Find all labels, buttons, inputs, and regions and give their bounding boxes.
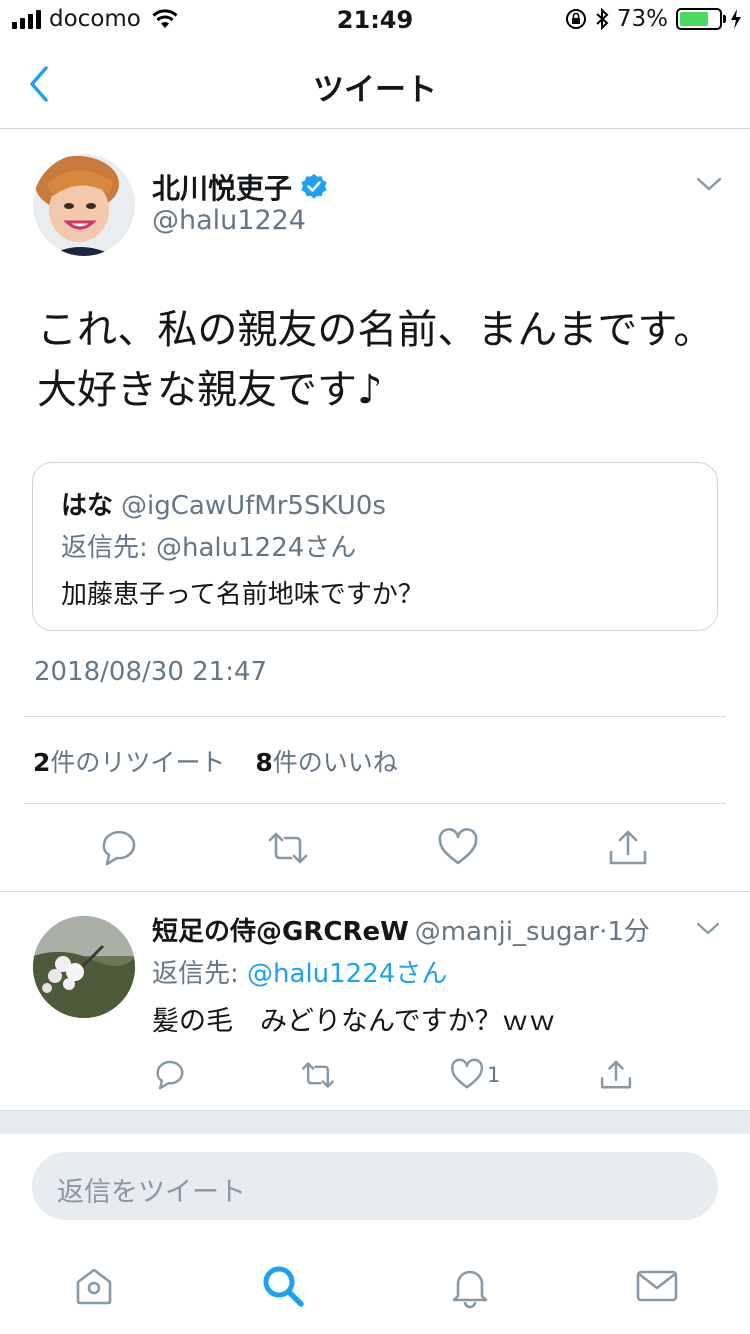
home-icon (76, 1268, 112, 1305)
tweet-text: これ、私の親友の名前、まんまです。大好きな親友です♪ (37, 307, 714, 413)
battery-level (680, 12, 708, 26)
share-button[interactable] (606, 826, 650, 870)
quoted-author-name: はな (61, 491, 114, 521)
tweet-menu-button[interactable] (696, 176, 722, 196)
tab-notifications[interactable] (446, 1262, 494, 1310)
reply-text: 髪の毛 みどりなんですか？ｗｗ (152, 1006, 556, 1037)
bluetooth-icon (596, 8, 609, 30)
status-bar: docomo 21:49 73% (0, 0, 750, 40)
like-button[interactable] (436, 826, 480, 870)
reply-composer-placeholder: 返信をツイート (57, 1177, 246, 1208)
section-divider (0, 1110, 750, 1134)
battery-percent: 73% (616, 6, 668, 32)
reply-icon (156, 1060, 184, 1090)
author-name[interactable]: 北川悦吏子 (152, 167, 292, 207)
verified-badge-icon (301, 174, 327, 199)
notifications-icon (452, 1270, 488, 1309)
retweet-icon (268, 832, 308, 864)
chevron-down-icon (696, 177, 722, 191)
messages-icon (636, 1270, 678, 1302)
reply-button[interactable] (97, 826, 141, 870)
reply-header: 短足の侍@GRCReW @manji_sugar·1分 (152, 911, 650, 948)
divider (24, 803, 726, 804)
likes-stat[interactable]: 8件のいいね (255, 748, 397, 777)
navigation-bar: ツイート (0, 40, 750, 129)
author-avatar[interactable] (33, 154, 135, 256)
reply-like-count: 1 (487, 1063, 501, 1087)
author-name-row: 北川悦吏子 (152, 167, 328, 207)
heart-icon (450, 1058, 484, 1089)
battery-icon (676, 8, 726, 30)
heart-icon (438, 828, 478, 865)
reply-menu-button[interactable] (696, 921, 720, 940)
retweet-button[interactable] (266, 826, 310, 870)
share-icon (609, 830, 647, 865)
reply-to-line: 返信先: @halu1224さん (152, 953, 447, 990)
reply-retweet-button[interactable] (300, 1057, 336, 1093)
reply-icon (102, 830, 136, 866)
retweet-icon (302, 1062, 334, 1088)
charging-icon (731, 9, 741, 29)
reply-author-avatar[interactable] (33, 916, 135, 1018)
author-handle[interactable]: @halu1224 (152, 205, 306, 236)
quoted-author-handle: @igCawUfMr5SKU0s (121, 491, 386, 521)
tweet-timestamp: 2018/08/30 21:47 (34, 657, 268, 687)
avatar-image (33, 916, 135, 1018)
tab-messages[interactable] (633, 1262, 681, 1310)
chevron-down-icon (696, 922, 720, 935)
reply-share-button[interactable] (598, 1057, 634, 1093)
reply-composer[interactable]: 返信をツイート (32, 1152, 718, 1220)
tab-home[interactable] (70, 1262, 118, 1310)
quoted-tweet[interactable]: はな @igCawUfMr5SKU0s 返信先: @halu1224さん 加藤恵子… (32, 462, 718, 631)
reply-like-button[interactable] (449, 1057, 485, 1093)
page-title: ツイート (313, 72, 437, 108)
search-icon (263, 1266, 304, 1307)
quoted-reply-to: 返信先: @halu1224さん (61, 533, 357, 563)
reply-to-mention[interactable]: @halu1224さん (247, 959, 447, 989)
reply-time: ·1分 (599, 917, 650, 947)
tab-search[interactable] (259, 1262, 307, 1310)
reply-reply-button[interactable] (152, 1057, 188, 1093)
reply-author-handle[interactable]: @manji_sugar (415, 917, 599, 947)
quoted-text: 加藤恵子って名前地味ですか？ (61, 580, 424, 610)
tweet-stats: 2件のリツイート 8件のいいね (33, 743, 398, 779)
divider (24, 716, 726, 717)
retweets-stat[interactable]: 2件のリツイート (33, 748, 225, 777)
reply-to-prefix: 返信先: (152, 959, 248, 989)
reply-author-name[interactable]: 短足の侍@GRCReW (152, 917, 409, 947)
orientation-lock-icon (565, 9, 586, 29)
avatar-image (33, 154, 135, 256)
share-icon (600, 1060, 632, 1089)
divider (0, 891, 750, 892)
